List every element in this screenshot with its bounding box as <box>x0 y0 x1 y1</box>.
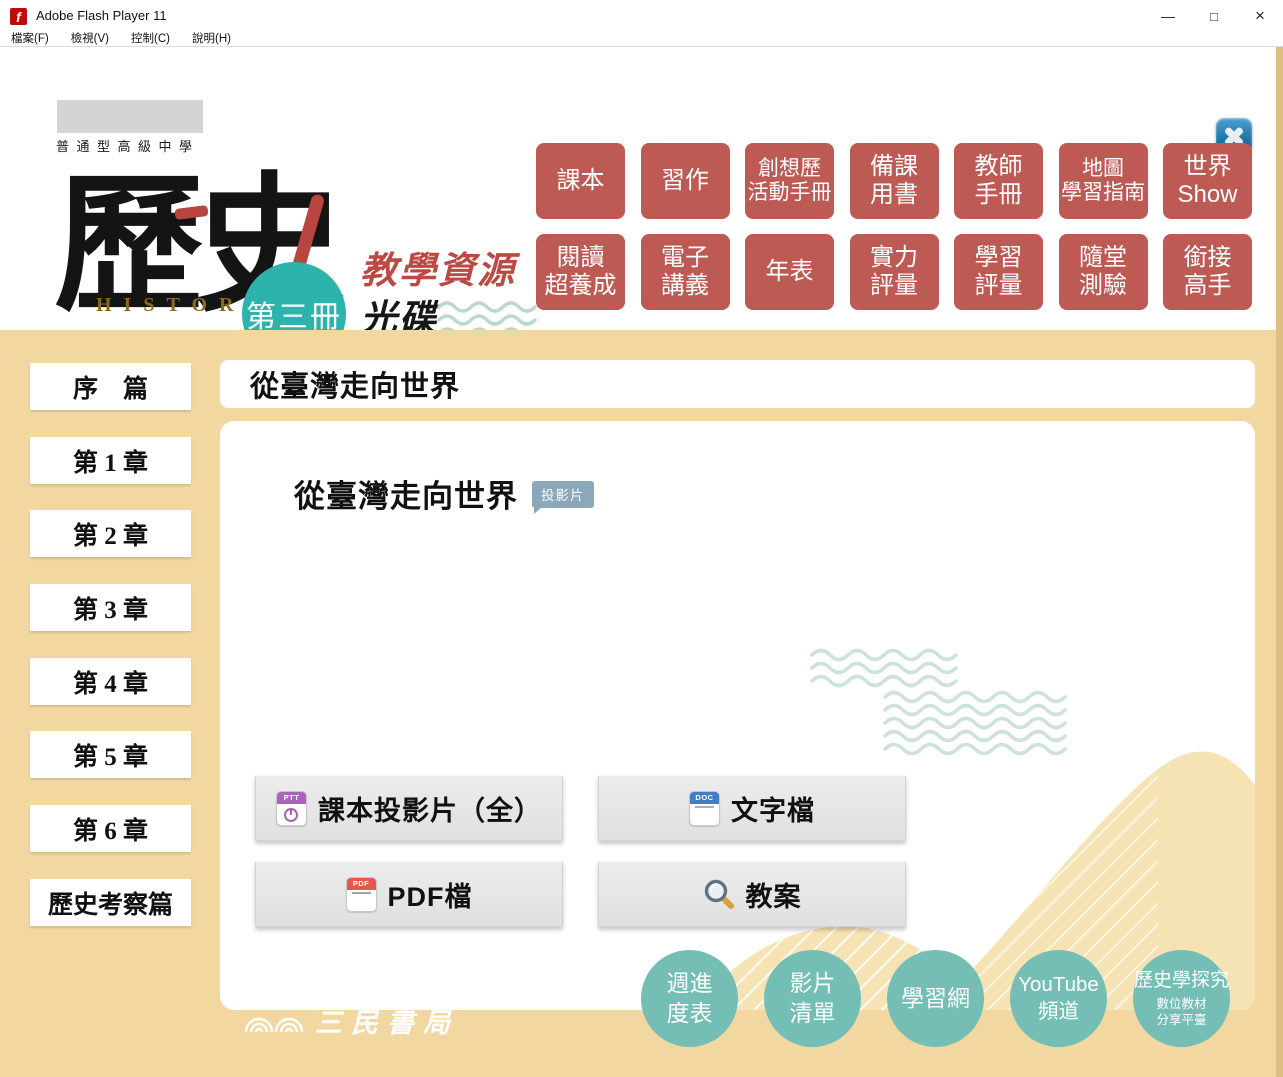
button-text-file[interactable]: DOC 文字檔 <box>598 775 906 841</box>
window-titlebar: f Adobe Flash Player 11 — □ × <box>0 0 1283 32</box>
sidebar-item-ch5[interactable]: 第 5 章 <box>30 731 191 778</box>
circle-learning-site[interactable]: 學習網 <box>887 950 984 1047</box>
tab-world-show[interactable]: 世界 Show <box>1163 143 1252 219</box>
tab-bridging-master[interactable]: 銜接 高手 <box>1163 234 1252 310</box>
window-title: Adobe Flash Player 11 <box>36 8 167 23</box>
pdf-file-icon: PDF <box>346 877 377 912</box>
sidebar-item-ch1[interactable]: 第 1 章 <box>30 437 191 484</box>
circle-history-inquiry[interactable]: 歷史學探究 數位教材 分享平臺 <box>1133 950 1230 1047</box>
circle-youtube-channel[interactable]: YouTube 頻道 <box>1010 950 1107 1047</box>
menu-control[interactable]: 控制(C) <box>120 32 181 46</box>
button-lesson-plan[interactable]: 教案 <box>598 861 906 927</box>
section-title: 從臺灣走向世界 <box>250 363 460 405</box>
slides-tag: 投影片 <box>532 481 594 508</box>
maximize-button[interactable]: □ <box>1191 0 1237 32</box>
doc-file-icon: DOC <box>689 791 720 826</box>
publisher-logo-placeholder <box>57 100 203 133</box>
button-label: 文字檔 <box>731 789 815 828</box>
menu-view[interactable]: 檢視(V) <box>60 32 120 46</box>
button-pdf-file[interactable]: PDF PDF檔 <box>255 861 563 927</box>
publisher-logo: 三民書局 <box>243 1001 459 1040</box>
flash-player-window: f Adobe Flash Player 11 — □ × 檔案(F) 檢視(V… <box>0 0 1283 1077</box>
tab-reading-plus[interactable]: 閱讀 超養成 <box>536 234 625 310</box>
tab-workbook[interactable]: 習作 <box>641 143 730 219</box>
tab-teacher-manual[interactable]: 教師 手冊 <box>954 143 1043 219</box>
button-label: 教案 <box>746 875 802 914</box>
header-band: 普通型高級中學 歷史 HISTORY 第三冊 教學資源 光碟 課本 習作 創想歷… <box>0 47 1283 330</box>
rainbow-arches-icon <box>243 1006 305 1036</box>
tab-timeline[interactable]: 年表 <box>745 234 834 310</box>
content-panel: 從臺灣走向世界 投影片 <box>220 421 1255 1010</box>
ppt-file-icon: PTT <box>276 791 307 826</box>
tab-e-lecture[interactable]: 電子 講義 <box>641 234 730 310</box>
circle-sublabel: 數位教材 分享平臺 <box>1156 996 1206 1029</box>
resource-tabs: 課本 習作 創想歷 活動手冊 備課 用書 教師 手冊 地圖 學習指南 世界 Sh… <box>536 143 1256 310</box>
sidebar-item-ch2[interactable]: 第 2 章 <box>30 510 191 557</box>
section-title-bar: 從臺灣走向世界 <box>220 360 1255 408</box>
tab-learning-assessment[interactable]: 學習 評量 <box>954 234 1043 310</box>
wave-decoration <box>810 647 962 689</box>
sidebar-item-ch3[interactable]: 第 3 章 <box>30 584 191 631</box>
minimize-button[interactable]: — <box>1145 0 1191 32</box>
button-label: 課本投影片（全） <box>318 789 542 828</box>
menu-file[interactable]: 檔案(F) <box>0 32 60 46</box>
circle-video-list[interactable]: 影片 清單 <box>764 950 861 1047</box>
menu-help[interactable]: 說明(H) <box>181 32 242 46</box>
flash-player-icon: f <box>10 8 27 25</box>
sidebar-item-field-study[interactable]: 歷史考察篇 <box>30 879 191 926</box>
circle-weekly-schedule[interactable]: 週進 度表 <box>641 950 738 1047</box>
tab-quiz[interactable]: 隨堂 測驗 <box>1059 234 1148 310</box>
sidebar-item-ch4[interactable]: 第 4 章 <box>30 658 191 705</box>
tagline-teaching-resources: 教學資源 <box>360 240 516 294</box>
panel-heading: 從臺灣走向世界 <box>294 471 518 516</box>
button-label: PDF檔 <box>388 875 473 914</box>
tab-activity-handbook[interactable]: 創想歷 活動手冊 <box>745 143 834 219</box>
tab-map-study-guide[interactable]: 地圖 學習指南 <box>1059 143 1148 219</box>
close-button[interactable]: × <box>1237 0 1283 32</box>
tab-textbook[interactable]: 課本 <box>536 143 625 219</box>
menu-bar: 檔案(F) 檢視(V) 控制(C) 說明(H) <box>0 32 1283 47</box>
tab-ability-assessment[interactable]: 實力 評量 <box>850 234 939 310</box>
publisher-name: 三民書局 <box>315 1001 459 1040</box>
school-type-label: 普通型高級中學 <box>56 136 200 155</box>
tab-lesson-prep-book[interactable]: 備課 用書 <box>850 143 939 219</box>
stage-edge-strip <box>1276 47 1283 1077</box>
sidebar-item-ch6[interactable]: 第 6 章 <box>30 805 191 852</box>
sidebar-item-intro[interactable]: 序 篇 <box>30 363 191 410</box>
magnifier-icon <box>703 878 735 910</box>
button-slides-all[interactable]: PTT 課本投影片（全） <box>255 775 563 841</box>
